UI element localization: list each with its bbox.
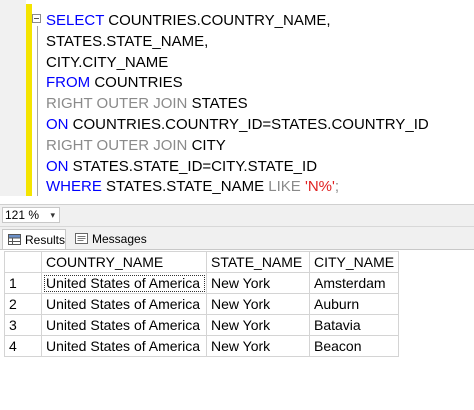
change-tracking-bar (26, 4, 32, 200)
sql-text: COUNTRIES (90, 74, 183, 92)
grid-cell[interactable]: Beacon (308, 335, 400, 357)
grid-cell[interactable]: Auburn (308, 293, 400, 315)
tab-results-label: Results (25, 233, 66, 247)
editor-horizontal-scrollbar[interactable] (0, 196, 474, 204)
sql-text: STATES.STATE_NAME (101, 178, 269, 196)
grid-cell[interactable]: New York (206, 335, 310, 357)
collapse-icon[interactable] (32, 14, 41, 23)
table-row: 4 United States of America New York Beac… (4, 335, 400, 357)
sql-keyword: WHERE (46, 178, 102, 196)
code-line[interactable]: RIGHT OUTER JOIN STATES (46, 94, 429, 115)
column-header[interactable]: COUNTRY_NAME (41, 251, 207, 273)
row-number[interactable]: 3 (4, 314, 42, 336)
table-row: 2 United States of America New York Aubu… (4, 293, 400, 315)
column-header[interactable]: STATE_NAME (206, 251, 310, 273)
grid-cell[interactable]: United States of America (41, 293, 207, 315)
tab-messages[interactable]: Messages (70, 229, 147, 249)
sql-text: COUNTRIES.COUNTRY_ID=STATES.COUNTRY_ID (68, 115, 429, 133)
chevron-down-icon[interactable]: ▾ (50, 208, 55, 222)
table-row: 1 United States of America New York Amst… (4, 272, 400, 294)
outline-line (37, 26, 38, 198)
row-number[interactable]: 1 (4, 272, 42, 294)
grid-cell[interactable]: New York (206, 272, 310, 294)
code-line[interactable]: STATES.STATE_NAME, (46, 32, 429, 53)
sql-text: COUNTRIES.COUNTRY_NAME, (104, 12, 331, 29)
code-line[interactable]: RIGHT OUTER JOIN CITY (46, 136, 429, 157)
code-line[interactable]: ON STATES.STATE_ID=CITY.STATE_ID (46, 157, 429, 178)
zoom-select[interactable]: 121 % ▾ (2, 207, 60, 223)
zoom-value: 121 % (5, 208, 40, 222)
row-number[interactable]: 4 (4, 335, 42, 357)
sql-text: STATES.STATE_ID=CITY.STATE_ID (68, 157, 318, 175)
grid-cell[interactable]: New York (206, 314, 310, 336)
grid-cell[interactable]: Amsterdam (308, 272, 400, 294)
sql-code[interactable]: SELECT COUNTRIES.COUNTRY_NAME, STATES.STA… (46, 11, 429, 198)
tab-results[interactable]: Results (2, 229, 66, 249)
sql-operator: ; (334, 178, 340, 196)
sql-string: 'N%' (304, 178, 335, 196)
grid-icon (8, 234, 21, 245)
code-line[interactable]: CITY.CITY_NAME (46, 53, 429, 74)
sql-operator: RIGHT OUTER JOIN (46, 136, 188, 154)
row-number[interactable]: 2 (4, 293, 42, 315)
message-icon (75, 233, 88, 244)
results-grid: COUNTRY_NAME STATE_NAME CITY_NAME 1 Unit… (4, 251, 400, 357)
column-header[interactable]: CITY_NAME (308, 251, 400, 273)
sql-text: STATES.STATE_NAME, (46, 32, 209, 50)
sql-keyword: SELECT (46, 12, 105, 29)
tab-messages-label: Messages (92, 232, 147, 246)
grid-cell[interactable]: United States of America (41, 272, 207, 294)
grid-corner[interactable] (4, 251, 42, 273)
zoom-strip: 121 % ▾ (0, 205, 474, 227)
grid-cell[interactable]: United States of America (41, 335, 207, 357)
sql-operator: RIGHT OUTER JOIN (46, 95, 188, 113)
sql-text: STATES (187, 95, 248, 113)
code-line[interactable]: ON COUNTRIES.COUNTRY_ID=STATES.COUNTRY_I… (46, 115, 429, 136)
sql-operator: LIKE (268, 178, 301, 196)
grid-header-row: COUNTRY_NAME STATE_NAME CITY_NAME (4, 251, 400, 273)
sql-text: CITY (187, 136, 226, 154)
sql-text: CITY.CITY_NAME (46, 53, 169, 71)
query-editor[interactable]: SELECT COUNTRIES.COUNTRY_NAME, STATES.STA… (0, 0, 474, 204)
results-tabs: Results Messages (0, 227, 474, 249)
grid-cell[interactable]: New York (206, 293, 310, 315)
grid-cell[interactable]: United States of America (41, 314, 207, 336)
code-line[interactable]: FROM COUNTRIES (46, 73, 429, 94)
table-row: 3 United States of America New York Bata… (4, 314, 400, 336)
editor-gutter (0, 0, 26, 204)
sql-keyword: FROM (46, 74, 91, 92)
sql-keyword: ON (46, 157, 69, 175)
grid-cell[interactable]: Batavia (308, 314, 400, 336)
results-grid-area: COUNTRY_NAME STATE_NAME CITY_NAME 1 Unit… (0, 249, 474, 410)
code-line[interactable]: SELECT COUNTRIES.COUNTRY_NAME, (46, 11, 429, 32)
sql-keyword: ON (46, 115, 69, 133)
